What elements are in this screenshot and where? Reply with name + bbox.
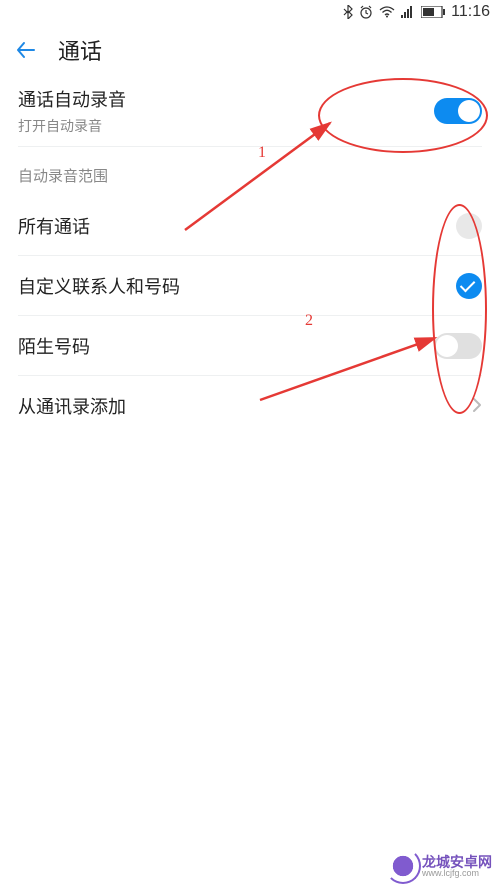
- unknown-numbers-toggle[interactable]: [434, 333, 482, 359]
- add-from-contacts-row[interactable]: 从通讯录添加: [18, 376, 482, 436]
- scope-item-label: 陌生号码: [18, 333, 90, 359]
- radio-unselected-icon[interactable]: [456, 213, 482, 239]
- auto-record-section: 通话自动录音 打开自动录音: [0, 76, 500, 147]
- battery-icon: [421, 6, 445, 18]
- watermark: 龙城安卓网 www.lcjfg.com: [390, 853, 492, 879]
- page-title: 通话: [58, 34, 102, 66]
- watermark-main: 龙城安卓网: [422, 855, 492, 869]
- back-icon[interactable]: [14, 38, 38, 62]
- scope-header: 自动录音范围: [0, 147, 500, 196]
- scope-section: 所有通话 自定义联系人和号码 陌生号码 从通讯录添加: [0, 196, 500, 436]
- scope-item-label: 自定义联系人和号码: [18, 273, 180, 299]
- scope-item-custom-contacts[interactable]: 自定义联系人和号码: [18, 256, 482, 316]
- alarm-icon: [359, 5, 373, 19]
- auto-record-title: 通话自动录音: [18, 86, 126, 112]
- status-bar: 11:16: [0, 0, 500, 24]
- bluetooth-icon: [343, 5, 353, 19]
- header: 通话: [0, 24, 500, 76]
- watermark-logo-icon: [390, 853, 416, 879]
- scope-item-all-calls[interactable]: 所有通话: [18, 196, 482, 256]
- auto-record-row[interactable]: 通话自动录音 打开自动录音: [18, 76, 482, 147]
- scope-item-unknown-numbers[interactable]: 陌生号码: [18, 316, 482, 376]
- auto-record-subtitle: 打开自动录音: [18, 116, 126, 136]
- auto-record-toggle[interactable]: [434, 98, 482, 124]
- add-from-contacts-label: 从通讯录添加: [18, 393, 126, 419]
- chevron-right-icon: [472, 393, 482, 419]
- signal-icon: [401, 6, 415, 18]
- status-time: 11:16: [451, 3, 490, 21]
- radio-selected-icon[interactable]: [456, 273, 482, 299]
- wifi-icon: [379, 6, 395, 18]
- checkmark-icon: [460, 276, 476, 292]
- scope-item-label: 所有通话: [18, 213, 90, 239]
- watermark-sub: www.lcjfg.com: [422, 869, 492, 878]
